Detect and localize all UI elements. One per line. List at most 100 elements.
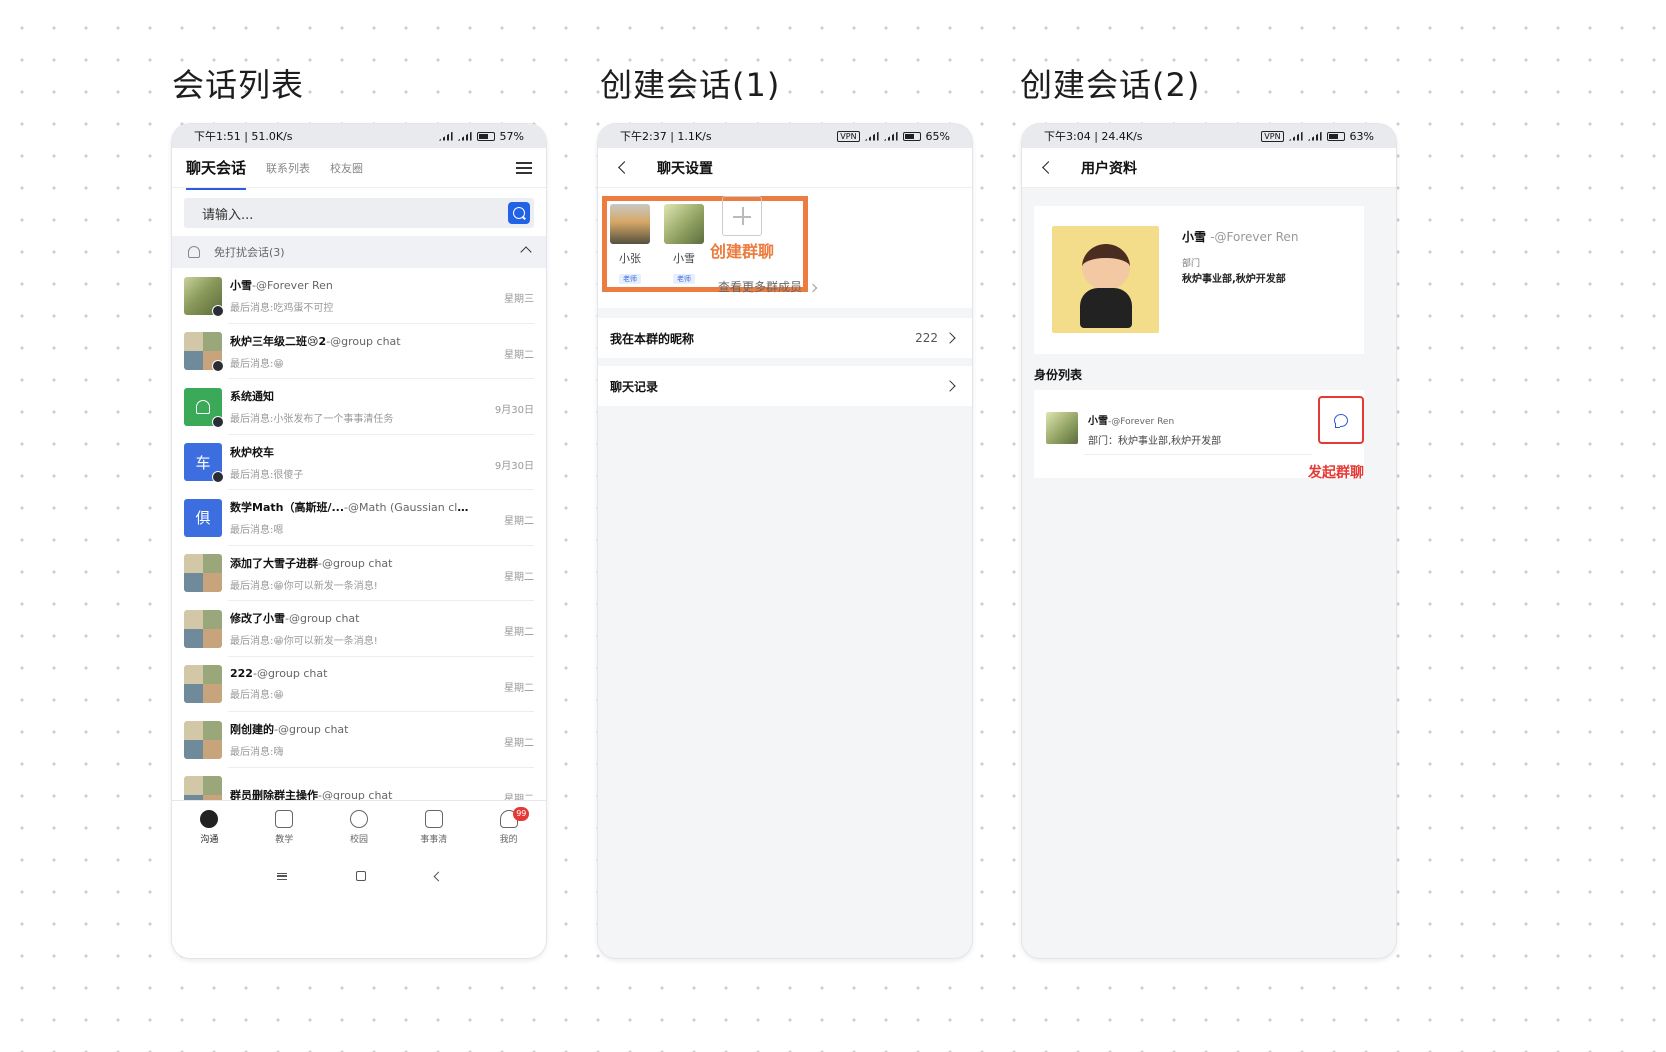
chat-subtitle: -@group chat — [318, 556, 393, 570]
chat-subtitle: -@group chat — [326, 334, 401, 348]
chat-last-message: 最后消息:😁你可以新发一条消息! — [230, 580, 378, 592]
avatar: 车 — [184, 443, 224, 484]
bottom-tabbar: 沟通 教学 校园 事事清 我的 99 — [172, 800, 546, 854]
chat-time: 星期二 — [504, 738, 534, 749]
tab-contacts[interactable]: 联系列表 — [266, 160, 310, 176]
chat-item[interactable]: 秋炉三年级二班😢2-@group chat 最后消息:😁 星期二 — [172, 324, 546, 380]
tab-label: 沟通 — [200, 835, 219, 845]
chevron-right-icon — [944, 332, 956, 344]
tab-communicate[interactable]: 沟通 — [172, 801, 247, 854]
status-dot-icon — [212, 304, 224, 317]
signal-icon — [1288, 131, 1303, 141]
tab-teaching[interactable]: 教学 — [247, 801, 322, 854]
start-group-chat-label: 发起群聊 — [1308, 465, 1364, 481]
search-icon[interactable] — [508, 202, 530, 224]
status-time: 下午3:04 | 24.4K/s — [1044, 130, 1143, 143]
chat-last-message: 最后消息:😁 — [230, 690, 284, 702]
search-placeholder: 请输入... — [202, 207, 254, 223]
muted-conversations-header[interactable]: 免打扰会话(3) — [172, 236, 546, 268]
battery-icon — [1326, 131, 1345, 141]
chevron-up-icon[interactable] — [520, 246, 532, 258]
phone-user-profile: 下午3:04 | 24.4K/s VPN 63% 用户资料 小雪 -@Forev… — [1022, 124, 1396, 958]
page-title: 聊天设置 — [657, 160, 713, 177]
group-avatar — [184, 609, 222, 648]
chat-item[interactable]: 添加了大雪子进群-@group chat 最后消息:😁你可以新发一条消息! 星期二 — [172, 546, 546, 602]
chat-name: 秋炉校车 — [230, 445, 274, 459]
nav-back-icon[interactable] — [433, 871, 443, 881]
chat-time: 星期二 — [504, 682, 534, 694]
nickname-label: 我在本群的昵称 — [610, 331, 695, 346]
top-tabs: 聊天会话 联系列表 校友圈 — [172, 148, 546, 190]
tab-me[interactable]: 我的 99 — [471, 801, 546, 854]
tab-label: 校园 — [349, 835, 368, 845]
chevron-right-icon — [944, 380, 956, 392]
title-conversation-list: 会话列表 — [172, 66, 305, 104]
chat-history-row[interactable]: 聊天记录 — [598, 366, 972, 406]
menu-icon[interactable] — [516, 162, 532, 174]
tab-label: 我的 — [499, 835, 518, 845]
more-members-link[interactable]: 查看更多群成员 — [718, 278, 818, 295]
page-header: 聊天设置 — [598, 148, 972, 188]
muted-section-label: 免打扰会话(3) — [214, 246, 285, 259]
chat-time: 9月30日 — [494, 405, 534, 416]
chat-name: 系统通知 — [230, 390, 274, 404]
profile-name: 小雪 -@Forever Ren — [1182, 230, 1299, 244]
chat-history-label: 聊天记录 — [610, 379, 659, 394]
chat-name: 数学Math（高斯班/... — [230, 501, 345, 515]
chat-item[interactable]: 系统通知最后消息:小张发布了一个事事清任务 9月30日 — [172, 379, 546, 435]
status-bar: 下午2:37 | 1.1K/s VPN 65% — [598, 124, 972, 148]
avatar — [1046, 412, 1078, 444]
start-chat-button[interactable] — [1318, 396, 1364, 444]
group-avatar — [184, 665, 222, 704]
identity-list-title: 身份列表 — [1034, 368, 1083, 382]
chat-last-message: 最后消息:😁你可以新发一条消息! — [230, 636, 378, 648]
chat-time: 9月30日 — [494, 460, 534, 472]
phone-chat-settings: 下午2:37 | 1.1K/s VPN 65% 聊天设置 小张 老师 小雪 老师… — [598, 124, 972, 958]
search-input[interactable]: 请输入... — [184, 198, 534, 228]
back-icon[interactable] — [618, 161, 631, 174]
status-bar: 下午3:04 | 24.4K/s VPN 63% — [1022, 124, 1396, 148]
chat-last-message: 最后消息:😁 — [230, 358, 284, 370]
bell-icon — [188, 246, 200, 258]
chat-item[interactable]: 小雪-@Forever Ren 最后消息:吃鸡蛋不可控 星期三 — [172, 268, 546, 324]
chat-item[interactable]: 修改了小雪-@group chat 最后消息:😁你可以新发一条消息! 星期二 — [172, 601, 546, 657]
avatar: 俱 — [184, 498, 222, 537]
chat-item[interactable]: 俱 数学Math（高斯班/...-@Math (Gaussian class..… — [172, 490, 546, 546]
chat-time: 星期二 — [504, 571, 534, 583]
add-member-icon[interactable] — [722, 196, 762, 236]
signal-icon — [864, 131, 879, 141]
chat-name: 222 — [230, 667, 253, 681]
nav-home-icon[interactable] — [355, 871, 366, 881]
chat-subtitle: -@group chat — [274, 723, 349, 737]
nickname-row[interactable]: 我在本群的昵称 222 — [598, 318, 972, 358]
tab-tasks[interactable]: 事事清 — [396, 801, 471, 854]
chat-item[interactable]: 222-@group chat 最后消息:😁 星期二 — [172, 657, 546, 713]
battery-level: 65% — [925, 129, 950, 143]
tab-alumni[interactable]: 校友圈 — [330, 160, 363, 176]
tab-campus[interactable]: 校园 — [322, 801, 397, 854]
avatar — [184, 276, 224, 317]
signal-icon — [438, 131, 453, 141]
battery-level: 63% — [1349, 129, 1374, 143]
chat-item[interactable]: 刚创建的-@group chat 最后消息:嗨 星期二 — [172, 712, 546, 768]
status-dot-icon — [212, 360, 224, 373]
status-time: 下午2:37 | 1.1K/s — [620, 130, 712, 143]
chevron-right-icon — [808, 283, 818, 292]
chart-icon — [275, 810, 294, 828]
identity-dept: 部门：秋炉事业部,秋炉开发部 — [1088, 436, 1222, 447]
create-group-label: 创建群聊 — [710, 242, 775, 261]
chat-last-message: 最后消息:吃鸡蛋不可控 — [230, 303, 334, 315]
chat-last-message: 最后消息:很傻子 — [230, 469, 304, 481]
group-avatar — [184, 720, 222, 759]
chat-item[interactable]: 车 秋炉校车最后消息:很傻子 9月30日 — [172, 435, 546, 491]
chat-subtitle: -@group chat — [285, 612, 360, 626]
chat-subtitle: -@Forever Ren — [252, 279, 333, 293]
back-icon[interactable] — [1042, 161, 1055, 174]
nav-menu-icon[interactable] — [276, 872, 287, 880]
chat-last-message: 最后消息:小张发布了一个事事清任务 — [230, 414, 394, 426]
tab-chat-sessions[interactable]: 聊天会话 — [186, 157, 247, 190]
profile-card: 小雪 -@Forever Ren 部门 秋炉事业部,秋炉开发部 — [1034, 206, 1364, 354]
group-avatar — [184, 332, 224, 373]
chat-subtitle: -@Math (Gaussian class... — [344, 501, 470, 515]
title-create-conversation-2: 创建会话(2) — [1020, 66, 1201, 104]
